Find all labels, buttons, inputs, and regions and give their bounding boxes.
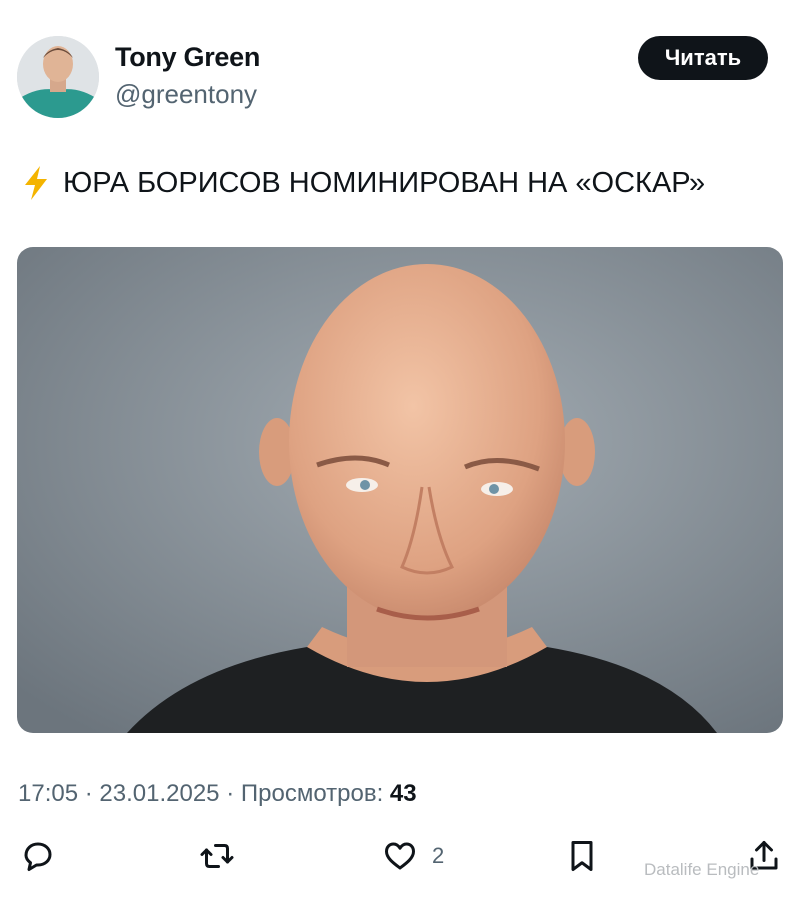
portrait-photo bbox=[17, 247, 783, 733]
lightning-icon bbox=[25, 166, 47, 200]
tweet-meta: 17:05 · 23.01.2025 · Просмотров: 43 bbox=[18, 780, 417, 808]
tweet-photo[interactable] bbox=[17, 247, 783, 733]
avatar-image bbox=[17, 36, 99, 118]
tweet-text: ЮРА БОРИСОВ НОМИНИРОВАН НА «ОСКАР» bbox=[21, 165, 705, 201]
tweet-time[interactable]: 17:05 bbox=[18, 780, 78, 807]
like-button[interactable]: 2 bbox=[382, 838, 444, 874]
meta-separator: · bbox=[226, 780, 235, 807]
read-button[interactable]: Читать bbox=[638, 36, 768, 80]
tweet-body: ЮРА БОРИСОВ НОМИНИРОВАН НА «ОСКАР» bbox=[63, 166, 706, 199]
retweet-button[interactable] bbox=[199, 838, 235, 874]
reply-button[interactable] bbox=[20, 838, 56, 874]
heart-icon bbox=[385, 842, 415, 870]
like-count: 2 bbox=[432, 843, 445, 868]
views-count: 43 bbox=[389, 780, 417, 807]
views-label: Просмотров: bbox=[240, 780, 384, 807]
author-name[interactable]: Tony Green bbox=[115, 42, 260, 73]
author-handle[interactable]: @greentony bbox=[115, 79, 257, 110]
bookmark-icon bbox=[571, 841, 593, 871]
watermark: Datalife Engine bbox=[644, 860, 760, 879]
tweet-header: Tony Green @greentony Читать bbox=[0, 0, 800, 130]
reply-icon bbox=[24, 842, 52, 871]
tweet-date[interactable]: 23.01.2025 bbox=[99, 780, 219, 807]
avatar[interactable] bbox=[17, 36, 99, 118]
bookmark-button[interactable] bbox=[564, 838, 600, 874]
meta-separator: · bbox=[84, 780, 93, 807]
retweet-icon bbox=[200, 844, 234, 868]
